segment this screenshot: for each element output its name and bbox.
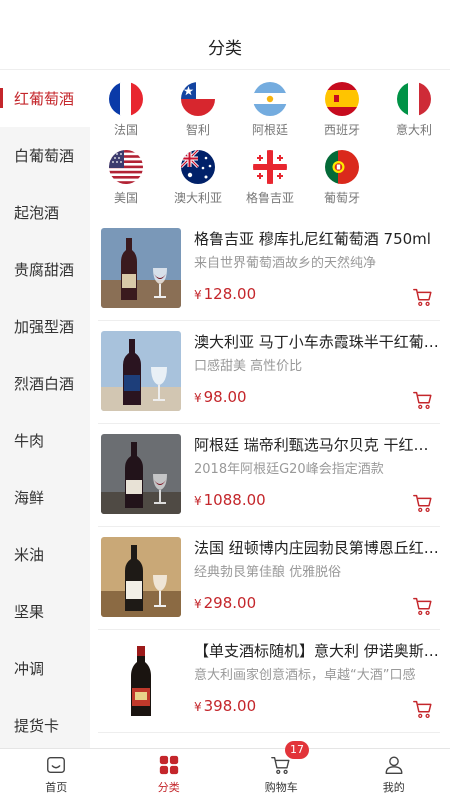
category-sidebar: 红葡萄酒 白葡萄酒 起泡酒 贵腐甜酒 加强型酒 烈酒白酒 牛肉 海鲜 米油 坚果… [0,70,90,748]
add-to-cart-icon[interactable] [412,698,434,720]
chile-flag-icon [181,82,215,116]
product-image [101,537,181,617]
tab-mine-label: 我的 [382,781,405,794]
country-name: 意大利 [395,123,432,137]
country-argentina[interactable]: 阿根廷 [234,82,306,150]
sidebar-item-seafood[interactable]: 海鲜 [0,469,90,526]
add-to-cart-icon[interactable] [412,286,434,308]
sidebar-item-gift-card[interactable]: 提货卡 [0,697,90,748]
price-value: 128.00 [203,285,257,303]
france-flag-icon [109,82,143,116]
australia-flag-icon [181,150,215,184]
tab-home-label: 首页 [45,781,68,794]
country-name: 阿根廷 [251,123,288,137]
currency-symbol: ¥ [194,288,202,302]
product-name: 法国 纽顿博内庄园勃艮第博恩丘红葡萄酒 [194,539,442,557]
sidebar-item-nuts[interactable]: 坚果 [0,583,90,640]
country-france[interactable]: 法国 [90,82,162,150]
currency-symbol: ¥ [194,597,202,611]
spain-flag-icon [325,82,359,116]
bottom-tab-bar: 首页 分类 购物车 17 我的 [0,741,450,800]
argentina-flag-icon [253,82,287,116]
country-name: 西班牙 [323,123,360,137]
sidebar-item-sweet-wine[interactable]: 贵腐甜酒 [0,241,90,298]
italy-flag-icon [397,82,431,116]
product-image [101,331,181,411]
country-portugal[interactable]: 葡萄牙 [306,150,378,218]
country-usa[interactable]: 美国 [90,150,162,218]
sidebar-item-sparkling-wine[interactable]: 起泡酒 [0,184,90,241]
product-description: 经典勃艮第佳酿 优雅脱俗 [194,565,342,580]
main-content: 法国 智利 阿根廷 西班牙 意大利 美国 澳大利亚 格鲁吉亚 葡萄牙 格鲁吉亚 … [90,70,450,748]
price-value: 298.00 [203,594,257,612]
tab-mine[interactable]: 我的 [338,749,450,800]
sidebar-item-white-wine[interactable]: 白葡萄酒 [0,127,90,184]
product-price: ¥1088.00 [194,491,266,509]
sidebar-item-spirits[interactable]: 烈酒白酒 [0,355,90,412]
product-description: 2018年阿根廷G20峰会指定酒款 [194,462,384,477]
price-value: 1088.00 [203,491,266,509]
country-spain[interactable]: 西班牙 [306,82,378,150]
product-name: 【单支酒标随机】意大利 伊诺奥斯红葡萄酒 [194,642,442,660]
product-image [101,228,181,308]
tab-cart[interactable]: 购物车 17 [225,741,338,800]
page-title: 分类 [208,39,242,59]
product-card[interactable]: 阿根廷 瑞帝利甄选马尔贝克 干红葡萄酒 2018年阿根廷G20峰会指定酒款 ¥1… [98,424,442,527]
country-grid: 法国 智利 阿根廷 西班牙 意大利 美国 澳大利亚 格鲁吉亚 葡萄牙 [90,70,450,218]
currency-symbol: ¥ [194,391,202,405]
product-name: 澳大利亚 马丁小车赤霞珠半干红葡萄酒 [194,333,442,351]
product-image [101,434,181,514]
product-name: 阿根廷 瑞帝利甄选马尔贝克 干红葡萄酒 [194,436,442,454]
add-to-cart-icon[interactable] [412,595,434,617]
cart-count-badge: 17 [285,741,309,759]
tab-category[interactable]: 分类 [113,749,226,800]
currency-symbol: ¥ [194,700,202,714]
product-price: ¥298.00 [194,594,256,612]
add-to-cart-icon[interactable] [412,389,434,411]
product-card[interactable]: 格鲁吉亚 穆库扎尼红葡萄酒 750ml 来自世界葡萄酒故乡的天然纯净 ¥128.… [98,218,440,321]
sidebar-item-fortified-wine[interactable]: 加强型酒 [0,298,90,355]
product-card[interactable]: 法国 纽顿博内庄园勃艮第博恩丘红葡萄酒 经典勃艮第佳酿 优雅脱俗 ¥298.00 [98,527,442,630]
category-grid-icon [159,755,178,775]
currency-symbol: ¥ [194,494,202,508]
price-value: 98.00 [203,388,247,406]
product-card[interactable]: 【单支酒标随机】意大利 伊诺奥斯红葡萄酒 意大利画家创意酒标，卓越“大酒”口感 … [98,630,442,733]
country-name: 美国 [113,191,138,205]
country-name: 智利 [185,123,210,137]
product-description: 意大利画家创意酒标，卓越“大酒”口感 [194,668,416,683]
product-description: 口感甜美 高性价比 [194,359,303,374]
product-description: 来自世界葡萄酒故乡的天然纯净 [194,256,377,271]
country-chile[interactable]: 智利 [162,82,234,150]
tab-cart-label: 购物车 [264,781,298,794]
georgia-flag-icon [253,150,287,184]
user-icon [385,756,403,774]
country-name: 法国 [113,123,138,137]
product-name: 格鲁吉亚 穆库扎尼红葡萄酒 750ml [194,230,431,248]
product-price: ¥98.00 [194,388,247,406]
product-image [101,640,181,720]
sidebar-item-beverages[interactable]: 冲调 [0,640,90,697]
product-price: ¥128.00 [194,285,256,303]
add-to-cart-icon[interactable] [412,492,434,514]
country-australia[interactable]: 澳大利亚 [162,150,234,218]
portugal-flag-icon [325,150,359,184]
country-italy[interactable]: 意大利 [378,82,450,150]
country-georgia[interactable]: 格鲁吉亚 [234,150,306,218]
tab-home[interactable]: 首页 [0,749,113,800]
product-card[interactable]: 澳大利亚 马丁小车赤霞珠半干红葡萄酒 口感甜美 高性价比 ¥98.00 [98,321,442,424]
sidebar-item-beef[interactable]: 牛肉 [0,412,90,469]
country-name: 澳大利亚 [173,191,222,205]
product-price: ¥398.00 [194,697,256,715]
home-icon [47,756,66,774]
sidebar-item-rice-oil[interactable]: 米油 [0,526,90,583]
tab-category-label: 分类 [157,781,180,794]
header: 分类 [0,0,450,70]
country-name: 葡萄牙 [323,191,360,205]
price-value: 398.00 [203,697,257,715]
sidebar-item-red-wine[interactable]: 红葡萄酒 [0,70,90,127]
country-name: 格鲁吉亚 [245,191,294,205]
usa-flag-icon [109,150,143,184]
product-list: 格鲁吉亚 穆库扎尼红葡萄酒 750ml 来自世界葡萄酒故乡的天然纯净 ¥128.… [90,218,450,733]
